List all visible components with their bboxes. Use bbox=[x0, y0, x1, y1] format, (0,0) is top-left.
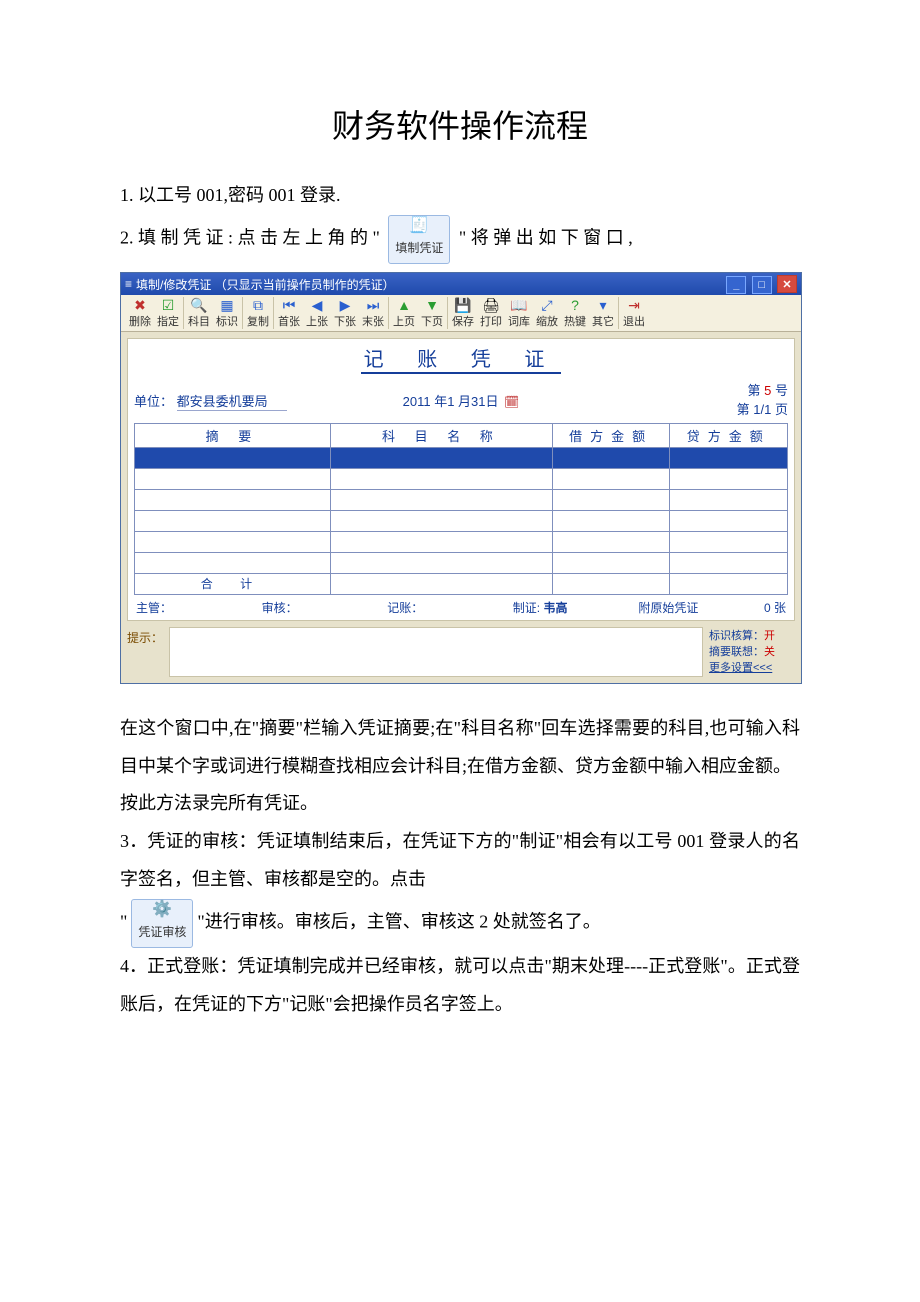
up-icon: ▲ bbox=[397, 297, 411, 313]
tb-delete[interactable]: ✖删除 bbox=[129, 297, 151, 329]
grid-icon: ▦ bbox=[220, 297, 233, 313]
prev-icon: ◀ bbox=[312, 297, 323, 313]
total-row: 合 计 bbox=[135, 573, 788, 594]
down-icon: ▼ bbox=[425, 297, 439, 313]
sig-manager: 主管： bbox=[136, 599, 252, 616]
voucher-date[interactable]: 2011 年1 月31日 bbox=[403, 394, 499, 409]
sig-make-label: 制证: bbox=[513, 601, 540, 615]
paragraph-2: 2. 填 制 凭 证 : 点 击 左 上 角 的 " 🧾 填制凭证 " 将 弹 … bbox=[120, 215, 800, 264]
first-icon: ⏮ bbox=[283, 297, 296, 313]
menu-icon: ≡ bbox=[125, 277, 132, 291]
tips-box bbox=[169, 627, 703, 677]
voucher-table[interactable]: 摘 要 科 目 名 称 借方金额 贷方金额 合 计 bbox=[134, 423, 788, 595]
audit-voucher-icon: ⚙️ 凭证审核 bbox=[131, 899, 193, 948]
maximize-button[interactable]: □ bbox=[752, 276, 772, 294]
tb-dict[interactable]: 📖词库 bbox=[508, 297, 530, 329]
zoom-icon: ⤢ bbox=[541, 297, 552, 313]
col-subject: 科 目 名 称 bbox=[330, 423, 552, 447]
tb-subject[interactable]: 🔍科目 bbox=[188, 297, 210, 329]
tb-pagedown[interactable]: ▼下页 bbox=[421, 297, 443, 329]
paragraph-3: 在这个窗口中,在"摘要"栏输入凭证摘要;在"科目名称"回车选择需要的科目,也可输… bbox=[120, 710, 800, 786]
paragraph-4: 按此方法录完所有凭证。 bbox=[120, 785, 800, 823]
minimize-button[interactable]: _ bbox=[726, 276, 746, 294]
window-titlebar: ≡ 填制/修改凭证 （只显示当前操作员制作的凭证） _ □ ✕ bbox=[121, 273, 801, 295]
doc-plus-icon: 🧾 bbox=[395, 218, 443, 234]
tb-flag[interactable]: ▦标识 bbox=[216, 297, 238, 329]
fill-voucher-icon: 🧾 填制凭证 bbox=[388, 215, 450, 264]
sig-orig: 附原始凭证 bbox=[638, 599, 754, 616]
table-row[interactable] bbox=[135, 447, 788, 468]
table-row[interactable] bbox=[135, 552, 788, 573]
table-row[interactable] bbox=[135, 531, 788, 552]
flag-suggest[interactable]: 关 bbox=[764, 646, 775, 658]
table-row[interactable] bbox=[135, 468, 788, 489]
tb-print[interactable]: 🖨打印 bbox=[480, 297, 502, 329]
sig-book: 记账： bbox=[387, 599, 503, 616]
sig-orig-count: 0 张 bbox=[764, 599, 786, 616]
copy-icon: ⧉ bbox=[253, 297, 263, 313]
tb-last[interactable]: ⏭末张 bbox=[362, 297, 384, 329]
doc-title: 财务软件操作流程 bbox=[120, 101, 800, 147]
calendar-icon[interactable]: 🗓 bbox=[504, 395, 519, 409]
table-row[interactable] bbox=[135, 489, 788, 510]
unit-label: 单位： bbox=[134, 394, 173, 409]
more-settings-link[interactable]: 更多设置<<< bbox=[709, 662, 772, 674]
voucher-heading: 记 账 凭 证 bbox=[361, 343, 561, 374]
table-row[interactable] bbox=[135, 510, 788, 531]
help-icon: ? bbox=[571, 297, 579, 313]
toolbar: ✖删除 ☑指定 🔍科目 ▦标识 ⧉复制 ⏮首张 ◀上张 ▶下张 ⏭末张 ▲上页 … bbox=[121, 295, 801, 332]
exit-icon: ⇥ bbox=[628, 297, 640, 313]
next-icon: ▶ bbox=[340, 297, 351, 313]
assign-icon: ☑ bbox=[162, 297, 175, 313]
tb-hotkey[interactable]: ?热键 bbox=[564, 297, 586, 329]
tb-save[interactable]: 💾保存 bbox=[452, 297, 474, 329]
unit-value[interactable]: 都安县委机要局 bbox=[177, 391, 287, 411]
paragraph-5: 3．凭证的审核：凭证填制结束后，在凭证下方的"制证"相会有以工号 001 登录人… bbox=[120, 823, 800, 899]
sig-make-value: 韦高 bbox=[543, 601, 567, 615]
paragraph-6: " ⚙️ 凭证审核 "进行审核。审核后，主管、审核这 2 处就签名了。 bbox=[120, 899, 800, 948]
dict-icon: 📖 bbox=[510, 297, 527, 313]
close-button[interactable]: ✕ bbox=[777, 275, 797, 293]
col-credit: 贷方金额 bbox=[670, 423, 788, 447]
tips-label: 提示： bbox=[127, 627, 163, 677]
window-title: 填制/修改凭证 （只显示当前操作员制作的凭证） bbox=[136, 276, 724, 293]
voucher-window: ≡ 填制/修改凭证 （只显示当前操作员制作的凭证） _ □ ✕ ✖删除 ☑指定 … bbox=[120, 272, 802, 683]
tb-first[interactable]: ⏮首张 bbox=[278, 297, 300, 329]
gear-icon: ⚙️ bbox=[138, 902, 186, 918]
col-debit: 借方金额 bbox=[552, 423, 670, 447]
tb-pageup[interactable]: ▲上页 bbox=[393, 297, 415, 329]
tb-copy[interactable]: ⧉复制 bbox=[247, 297, 269, 329]
other-icon: ▾ bbox=[599, 297, 606, 313]
voucher-number[interactable]: 5 bbox=[764, 383, 771, 398]
search-icon: 🔍 bbox=[190, 297, 207, 313]
delete-icon: ✖ bbox=[134, 297, 146, 313]
tb-next[interactable]: ▶下张 bbox=[334, 297, 356, 329]
flag-recalc[interactable]: 开 bbox=[764, 630, 775, 642]
tb-zoom[interactable]: ⤢缩放 bbox=[536, 297, 558, 329]
paragraph-7: 4．正式登账：凭证填制完成并已经审核，就可以点击"期末处理----正式登账"。正… bbox=[120, 948, 800, 1024]
save-icon: 💾 bbox=[454, 297, 471, 313]
tb-exit[interactable]: ⇥退出 bbox=[623, 297, 645, 329]
last-icon: ⏭ bbox=[367, 297, 380, 313]
print-icon: 🖨 bbox=[482, 297, 500, 313]
sig-audit: 审核： bbox=[262, 599, 378, 616]
tb-prev[interactable]: ◀上张 bbox=[306, 297, 328, 329]
col-summary: 摘 要 bbox=[135, 423, 331, 447]
tb-other[interactable]: ▾其它 bbox=[592, 297, 614, 329]
paragraph-1: 1. 以工号 001,密码 001 登录. bbox=[120, 177, 800, 215]
voucher-page: 1/1 bbox=[753, 402, 771, 417]
tb-assign[interactable]: ☑指定 bbox=[157, 297, 179, 329]
